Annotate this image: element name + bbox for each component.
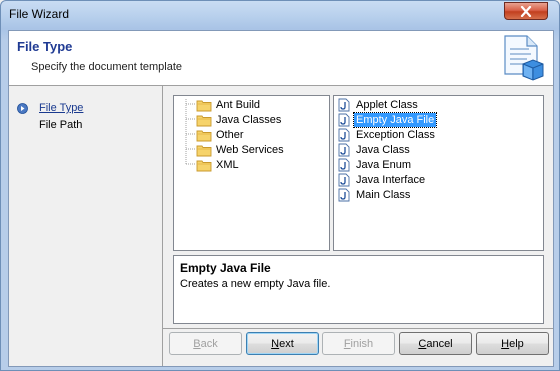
template-description: Empty Java File Creates a new empty Java… [173,255,544,324]
template-item-label: Java Interface [356,173,426,186]
folder-icon [196,115,212,126]
next-label-rest: ext [279,337,294,350]
back-mnemonic: B [193,337,201,350]
wizard-header: File Type Specify the document template [9,31,553,86]
cancel-mnemonic: C [418,337,427,350]
template-item-exception-class[interactable]: Exception Class [338,127,437,142]
tree-item-xml[interactable]: XML [196,157,239,173]
tree-item-label: Ant Build [216,99,261,111]
template-item-label: Main Class [356,188,411,201]
current-step-icon [17,103,28,114]
document-wizard-icon [504,35,544,81]
template-list[interactable]: Applet Class Empty Java File Exception C… [333,95,544,251]
back-label-rest: ack [200,337,218,350]
template-item-label: Java Class [356,143,410,156]
java-file-icon [338,188,350,201]
tree-item-ant-build[interactable]: Ant Build [196,97,260,113]
tree-item-web-services[interactable]: Web Services [196,142,284,158]
button-divider [163,328,553,329]
next-button[interactable]: Next [246,332,319,355]
description-text: Creates a new empty Java file. [180,278,331,290]
template-item-applet-class[interactable]: Applet Class [338,97,420,112]
java-file-icon [338,158,350,171]
java-file-icon [338,173,350,186]
window-frame: File Wizard File Type Specify the docume… [0,0,560,371]
finish-button[interactable]: Finish [322,332,395,355]
help-mnemonic: H [501,337,510,350]
tree-item-other[interactable]: Other [196,127,244,143]
page-subtitle: Specify the document template [31,61,183,73]
folder-icon [196,145,212,156]
folder-icon [196,100,212,111]
steps-sidebar: File Type File Path [9,86,161,366]
tree-item-label: XML [216,159,239,171]
window-title: File Wizard [9,7,70,21]
tree-item-label: Other [216,129,244,141]
sidebar-divider [162,86,163,366]
close-icon [520,5,532,17]
tree-item-label: Java Classes [216,114,282,126]
page-title: File Type [17,39,73,54]
back-button[interactable]: Back [169,332,242,355]
template-item-label-selected: Empty Java File [352,111,438,128]
finish-mnemonic: F [343,337,351,350]
tree-item-java-classes[interactable]: Java Classes [196,112,281,128]
template-item-empty-java-file[interactable]: Empty Java File [338,111,438,128]
description-title: Empty Java File [180,261,271,275]
help-label-rest: elp [509,337,524,350]
template-item-java-class[interactable]: Java Class [338,142,412,157]
template-item-java-enum[interactable]: Java Enum [338,157,413,172]
folder-icon [196,160,212,171]
finish-label-rest: inish [350,337,374,350]
dialog-body: File Type Specify the document template … [8,30,554,367]
next-mnemonic: N [271,337,280,350]
category-tree[interactable]: Ant Build Java Classes Other Web Service… [173,95,330,251]
template-item-label: Java Enum [356,158,412,171]
java-file-icon [338,98,350,111]
step-file-path[interactable]: File Path [39,119,82,131]
folder-icon [196,130,212,141]
tree-item-label: Web Services [216,144,284,156]
template-item-label: Exception Class [356,128,435,141]
cancel-label-rest: ancel [426,337,453,350]
step-file-type[interactable]: File Type [39,102,83,114]
java-file-icon [338,143,350,156]
java-file-icon [338,128,350,141]
close-button[interactable] [504,2,548,20]
cancel-button[interactable]: Cancel [399,332,472,355]
template-item-java-interface[interactable]: Java Interface [338,172,427,187]
title-bar[interactable]: File Wizard [1,1,559,29]
template-item-label: Applet Class [356,98,418,111]
java-file-icon [338,113,350,126]
template-item-main-class[interactable]: Main Class [338,187,412,202]
help-button[interactable]: Help [476,332,549,355]
